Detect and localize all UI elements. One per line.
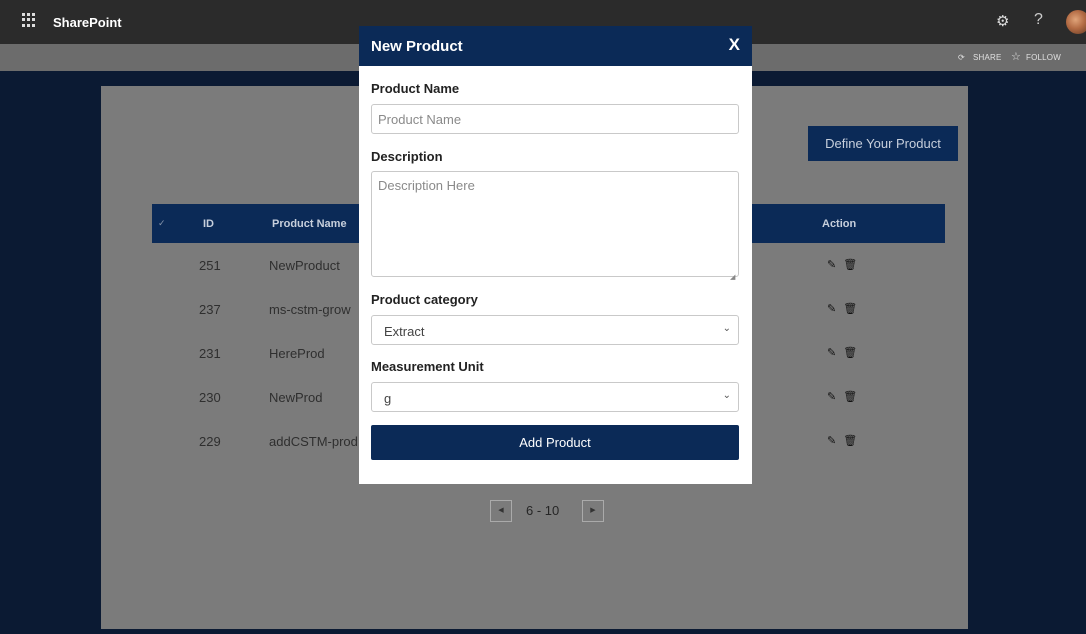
pencil-icon[interactable]: ✎ (827, 347, 836, 359)
row-id: 229 (199, 434, 221, 449)
row-product-name: HereProd (269, 346, 325, 361)
pencil-icon[interactable]: ✎ (827, 391, 836, 403)
trash-icon[interactable]: 🗑 (843, 303, 857, 315)
select-all-checkbox[interactable]: ✓ (158, 218, 166, 229)
chevron-down-icon: ⌄ (722, 323, 731, 334)
app-launcher-icon[interactable] (22, 13, 36, 27)
description-label: Description (371, 149, 443, 164)
product-name-input[interactable] (371, 104, 739, 134)
share-icon[interactable]: ⟳ (958, 53, 965, 62)
trash-icon[interactable]: 🗑 (843, 435, 857, 447)
prev-page-button[interactable]: ◀ (490, 500, 512, 522)
category-selected-value: Extract (384, 324, 425, 339)
dialog-title: New Product (371, 38, 463, 55)
row-product-name: addCSTM-prod (269, 434, 358, 449)
product-name-label: Product Name (371, 81, 460, 96)
row-id: 231 (199, 346, 221, 361)
pencil-icon[interactable]: ✎ (827, 303, 836, 315)
unit-selected-value: g (384, 391, 392, 406)
trash-icon[interactable]: 🗑 (843, 259, 857, 271)
help-icon[interactable]: ? (1034, 11, 1043, 29)
share-link[interactable]: SHARE (973, 53, 1002, 62)
trash-icon[interactable]: 🗑 (843, 347, 857, 359)
description-textarea[interactable] (371, 171, 739, 277)
row-id: 237 (199, 302, 221, 317)
trash-icon[interactable]: 🗑 (843, 391, 857, 403)
next-page-button[interactable]: ▶ (582, 500, 604, 522)
row-actions: ✎ 🗑 (827, 346, 857, 359)
follow-link[interactable]: FOLLOW (1026, 53, 1061, 62)
row-actions: ✎ 🗑 (827, 258, 857, 271)
row-id: 251 (199, 258, 221, 273)
chevron-down-icon: ⌄ (722, 390, 731, 401)
dialog-header: New Product X (359, 26, 752, 66)
category-select[interactable]: Extract ⌄ (371, 315, 739, 345)
row-actions: ✎ 🗑 (827, 302, 857, 315)
row-id: 230 (199, 390, 221, 405)
app-name[interactable]: SharePoint (53, 15, 122, 30)
resize-grip-icon[interactable]: ◢ (730, 273, 735, 281)
star-icon[interactable]: ☆ (1011, 50, 1021, 63)
pencil-icon[interactable]: ✎ (827, 435, 836, 447)
row-actions: ✎ 🗑 (827, 390, 857, 403)
row-product-name: NewProduct (269, 258, 340, 273)
add-product-button[interactable]: Add Product (371, 425, 739, 460)
row-product-name: NewProd (269, 390, 323, 405)
close-button[interactable]: X (729, 35, 740, 55)
unit-select[interactable]: g ⌄ (371, 382, 739, 412)
column-action: Action (822, 218, 857, 230)
pencil-icon[interactable]: ✎ (827, 259, 836, 271)
unit-label: Measurement Unit (371, 359, 484, 374)
column-product-name: Product Name (272, 218, 347, 230)
gear-icon[interactable]: ⚙ (996, 12, 1009, 30)
define-product-button[interactable]: Define Your Product (808, 126, 958, 161)
row-product-name: ms-cstm-grow (269, 302, 351, 317)
avatar[interactable] (1066, 10, 1086, 34)
column-id: ID (203, 218, 214, 230)
page-range: 6 - 10 (526, 503, 560, 518)
row-actions: ✎ 🗑 (827, 434, 857, 447)
new-product-dialog: New Product X Product Name Description ◢… (359, 26, 752, 484)
category-label: Product category (371, 292, 478, 307)
